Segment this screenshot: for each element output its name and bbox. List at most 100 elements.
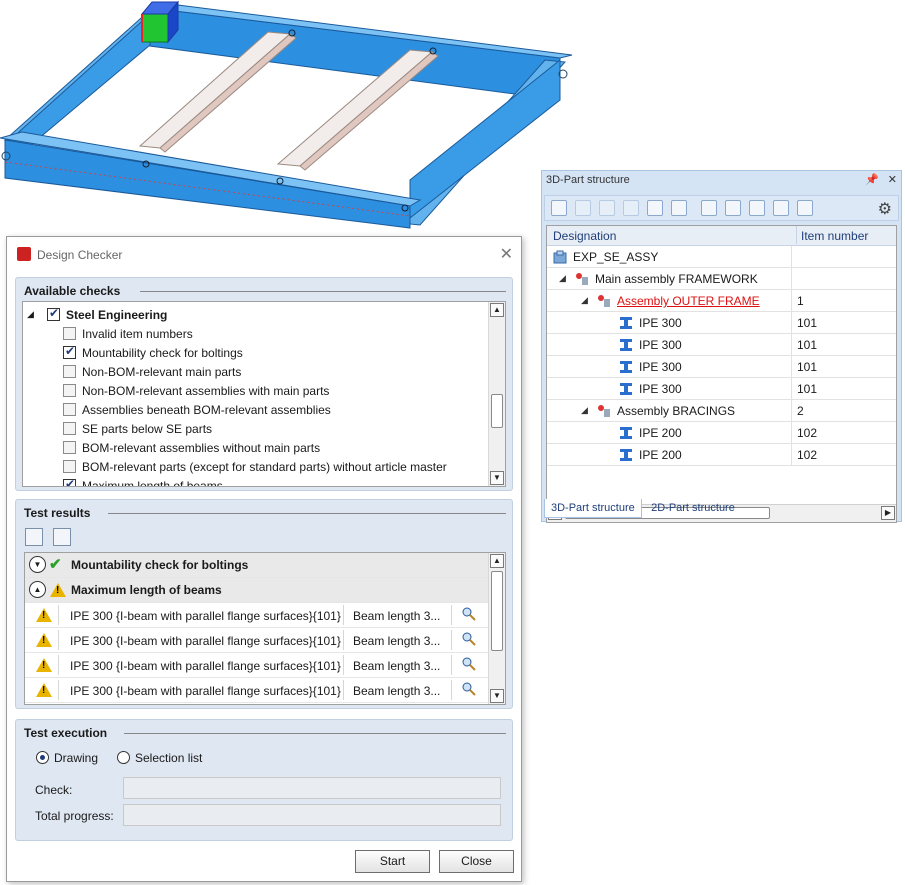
zoom-icon[interactable]	[462, 657, 476, 674]
check-item-checkbox[interactable]	[63, 365, 76, 378]
tab-3d-part-structure[interactable]: 3D-Part structure	[544, 499, 642, 518]
warning-icon	[36, 608, 52, 622]
tree-row[interactable]: ◢ Assembly BRACINGS 2	[547, 400, 896, 422]
chevron-up-icon[interactable]: ▲	[29, 581, 46, 598]
expand-toggle-icon[interactable]: ◢	[581, 405, 588, 416]
chevron-down-icon[interactable]: ▼	[29, 556, 46, 573]
sort-1-icon[interactable]	[701, 200, 717, 216]
tree-row-item-number: 102	[797, 426, 818, 440]
clipboard-icon[interactable]	[671, 200, 687, 216]
check-ok-icon: ✔	[49, 556, 62, 573]
expand-toggle-icon[interactable]: ◢	[559, 273, 566, 284]
mode-drawing-label[interactable]: Drawing	[54, 751, 98, 765]
3d-viewport[interactable]	[0, 0, 580, 235]
scroll-right-icon[interactable]: ▶	[881, 506, 895, 520]
result-row[interactable]: IPE 300 {I-beam with parallel flange sur…	[25, 653, 488, 678]
copy-icon[interactable]	[599, 200, 615, 216]
sort-2-icon[interactable]	[725, 200, 741, 216]
results-scrollbar[interactable]: ▲ ▼	[488, 553, 505, 704]
tree-row[interactable]: IPE 300 101	[547, 334, 896, 356]
sort-4-icon[interactable]	[773, 200, 789, 216]
mode-drawing-radio[interactable]	[36, 751, 49, 764]
gear-icon[interactable]: ⚙	[878, 199, 892, 219]
tree-row-label: IPE 300	[639, 316, 682, 330]
available-checks-title: Available checks	[24, 284, 121, 298]
check-item[interactable]: Invalid item numbers	[23, 325, 483, 344]
check-item-checkbox[interactable]	[63, 477, 76, 486]
check-item[interactable]: Non-BOM-relevant main parts	[23, 363, 483, 382]
ibeam-icon	[619, 316, 633, 330]
check-item[interactable]: Maximum length of beams	[23, 477, 483, 486]
ibeam-icon	[619, 360, 633, 374]
scroll-up-icon[interactable]: ▲	[490, 554, 504, 568]
result-row[interactable]: IPE 300 {I-beam with parallel flange sur…	[25, 628, 488, 653]
scroll-down-icon[interactable]: ▼	[490, 471, 504, 485]
search-icon[interactable]	[551, 200, 567, 216]
scroll-thumb[interactable]	[491, 394, 503, 428]
close-button[interactable]: Close	[439, 850, 514, 873]
check-item[interactable]: SE parts below SE parts	[23, 420, 483, 439]
check-item[interactable]: Assemblies beneath BOM-relevant assembli…	[23, 401, 483, 420]
clear-filter-icon[interactable]	[797, 200, 813, 216]
dialog-title: Design Checker	[37, 248, 123, 262]
duplicate-icon[interactable]	[647, 200, 663, 216]
column-designation[interactable]: Designation	[553, 229, 616, 243]
tree-row[interactable]: IPE 300 101	[547, 378, 896, 400]
check-item[interactable]: Non-BOM-relevant assemblies with main pa…	[23, 382, 483, 401]
cut-icon[interactable]	[575, 200, 591, 216]
assembly-icon	[553, 250, 567, 264]
check-item[interactable]: BOM-relevant assemblies without main par…	[23, 439, 483, 458]
check-item-checkbox[interactable]	[63, 344, 76, 359]
tree-row[interactable]: IPE 200 102	[547, 444, 896, 466]
close-icon[interactable]: ✕	[500, 244, 513, 264]
mode-selection-label[interactable]: Selection list	[135, 751, 202, 765]
check-group-steel-engineering[interactable]: ◢ Steel Engineering	[23, 306, 483, 325]
check-item-checkbox[interactable]	[63, 441, 76, 454]
tree-row[interactable]: IPE 200 102	[547, 422, 896, 444]
mode-selection-radio[interactable]	[117, 751, 130, 764]
zoom-icon[interactable]	[462, 632, 476, 649]
zoom-icon[interactable]	[462, 682, 476, 699]
start-button[interactable]: Start	[355, 850, 430, 873]
check-item-label: Mountability check for boltings	[82, 346, 243, 360]
result-group-label: Maximum length of beams	[71, 583, 222, 597]
check-item-checkbox[interactable]	[63, 403, 76, 416]
expand-toggle-icon[interactable]: ◢	[581, 295, 588, 306]
tree-row[interactable]: IPE 300 101	[547, 312, 896, 334]
check-item-checkbox[interactable]	[63, 384, 76, 397]
scroll-up-icon[interactable]: ▲	[490, 303, 504, 317]
check-field	[123, 777, 501, 799]
steel-engineering-checkbox[interactable]	[47, 306, 60, 321]
check-item[interactable]: Mountability check for boltings	[23, 344, 483, 363]
collapse-all-icon[interactable]	[53, 528, 71, 546]
result-group-row[interactable]: ▲ Maximum length of beams	[25, 578, 488, 603]
zoom-icon[interactable]	[462, 607, 476, 624]
paste-icon[interactable]	[623, 200, 639, 216]
scroll-thumb[interactable]	[491, 571, 503, 651]
tree-row[interactable]: ◢ Main assembly FRAMEWORK	[547, 268, 896, 290]
tree-row[interactable]: EXP_SE_ASSY	[547, 246, 896, 268]
check-item-label: Non-BOM-relevant main parts	[82, 365, 242, 379]
checks-scrollbar[interactable]: ▲ ▼	[488, 302, 505, 486]
sort-3-icon[interactable]	[749, 200, 765, 216]
result-message: Beam length 3...	[353, 659, 441, 673]
result-row[interactable]: IPE 300 {I-beam with parallel flange sur…	[25, 678, 488, 703]
check-item[interactable]: BOM-relevant parts (except for standard …	[23, 458, 483, 477]
scroll-down-icon[interactable]: ▼	[490, 689, 504, 703]
check-item-label: BOM-relevant assemblies without main par…	[82, 441, 321, 455]
ibeam-icon	[619, 338, 633, 352]
tree-row[interactable]: ◢ Assembly OUTER FRAME 1	[547, 290, 896, 312]
tree-row[interactable]: IPE 300 101	[547, 356, 896, 378]
tree-row-label: IPE 300	[639, 382, 682, 396]
close-icon[interactable]: ✕	[888, 174, 897, 186]
collapse-icon[interactable]: ◢	[27, 309, 34, 320]
check-item-checkbox[interactable]	[63, 327, 76, 340]
check-item-checkbox[interactable]	[63, 460, 76, 473]
result-row[interactable]: IPE 300 {I-beam with parallel flange sur…	[25, 603, 488, 628]
column-item-number[interactable]: Item number	[796, 226, 868, 244]
expand-all-icon[interactable]	[25, 528, 43, 546]
check-item-checkbox[interactable]	[63, 422, 76, 435]
tab-2d-part-structure[interactable]: 2D-Part structure	[645, 499, 741, 517]
result-group-row[interactable]: ▼ ✔ Mountability check for boltings	[25, 553, 488, 578]
pin-icon[interactable]: 📌	[865, 174, 879, 186]
